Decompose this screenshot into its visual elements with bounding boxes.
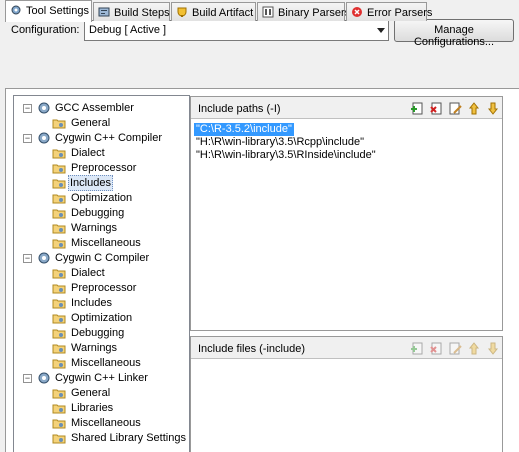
delete-icon[interactable] (429, 101, 444, 116)
tree-item-label: Warnings (71, 342, 118, 354)
add-icon[interactable] (410, 101, 425, 116)
tab-label: Build Steps (114, 7, 170, 19)
tree-item-label: Debugging (71, 207, 125, 219)
tree-node-label: GCC Assembler (55, 102, 134, 114)
folder-settings-icon (52, 119, 66, 129)
include-paths-title: Include paths (-I) (198, 103, 281, 115)
move-up-icon[interactable] (467, 341, 482, 356)
tab-label: Binary Parsers (278, 7, 351, 19)
tool-gear-icon (38, 252, 50, 264)
folder-settings-icon (52, 404, 66, 414)
tree-item-label: Optimization (71, 192, 133, 204)
delete-icon[interactable] (429, 341, 444, 356)
manage-configurations-button[interactable]: Manage Configurations... (394, 19, 514, 48)
move-down-icon[interactable] (486, 341, 501, 356)
tool-gear-icon (38, 372, 50, 384)
tab-label: Tool Settings (26, 5, 89, 17)
folder-settings-icon (52, 344, 66, 354)
folder-settings-icon (52, 179, 66, 189)
list-item[interactable]: "H:\R\win-library\3.5\Rcpp\include" (194, 136, 366, 149)
move-down-icon[interactable] (486, 101, 501, 116)
include-paths-pane: Include paths (-I) "C:\R-3.5.2\include" … (190, 96, 503, 331)
tree-item-label: General (71, 117, 111, 129)
tab-build-steps[interactable]: Build Steps (93, 2, 170, 21)
configuration-label: Configuration: (11, 24, 80, 36)
folder-settings-icon (52, 164, 66, 174)
tree-item-label: General (71, 387, 111, 399)
include-files-title: Include files (-include) (198, 343, 305, 355)
collapse-icon[interactable]: − (23, 254, 32, 263)
tree-node-label: Cygwin C++ Linker (55, 372, 148, 384)
folder-settings-icon (52, 359, 66, 369)
tree-item-label: Preprocessor (71, 162, 137, 174)
tree-item-label: Includes (68, 175, 113, 191)
error-parsers-icon (352, 7, 362, 17)
build-artifact-icon (177, 7, 187, 17)
tree-item-label: Dialect (71, 267, 105, 279)
tree-item-label: Libraries (71, 402, 114, 414)
tab-error-parsers[interactable]: Error Parsers (346, 2, 432, 21)
tool-settings-tree[interactable]: − GCC Assembler General − Cygwin C++ Com… (13, 95, 190, 452)
tool-gear-icon (38, 102, 50, 114)
collapse-icon[interactable]: − (23, 374, 32, 383)
edit-icon[interactable] (448, 341, 463, 356)
folder-settings-icon (52, 239, 66, 249)
add-icon[interactable] (410, 341, 425, 356)
include-files-header: Include files (-include) (191, 337, 502, 359)
build-steps-icon (98, 7, 110, 17)
include-files-list[interactable] (191, 359, 502, 452)
folder-settings-icon (52, 389, 66, 399)
folder-settings-icon (52, 329, 66, 339)
chevron-down-icon[interactable] (377, 28, 385, 33)
include-files-pane: Include files (-include) (190, 336, 503, 452)
tab-label: Error Parsers (367, 7, 433, 19)
collapse-icon[interactable]: − (23, 134, 32, 143)
tab-tool-settings[interactable]: Tool Settings (5, 0, 92, 22)
tree-item-label: Miscellaneous (71, 417, 141, 429)
folder-settings-icon (52, 209, 66, 219)
tree-item-label: Debugging (71, 327, 125, 339)
tree-item-label: Includes (71, 297, 112, 309)
tree-item-label: Optimization (71, 312, 133, 324)
folder-settings-icon (52, 194, 66, 204)
list-item[interactable]: "C:\R-3.5.2\include" (194, 123, 294, 136)
tool-gear-icon (38, 132, 50, 144)
tree-item-label: Preprocessor (71, 282, 137, 294)
move-up-icon[interactable] (467, 101, 482, 116)
tree-item-label: Miscellaneous (71, 237, 141, 249)
folder-settings-icon (52, 419, 66, 429)
tree-node-label: Cygwin C++ Compiler (55, 132, 162, 144)
gear-icon (11, 5, 21, 15)
edit-icon[interactable] (448, 101, 463, 116)
include-paths-header: Include paths (-I) (191, 97, 502, 119)
folder-settings-icon (52, 434, 66, 444)
tree-item-label: Miscellaneous (71, 357, 141, 369)
folder-settings-icon (52, 299, 66, 309)
collapse-icon[interactable]: − (23, 104, 32, 113)
tree-node-label: Cygwin C Compiler (55, 252, 150, 264)
folder-settings-icon (52, 284, 66, 294)
tab-build-artifact[interactable]: Build Artifact (171, 2, 256, 21)
folder-settings-icon (52, 149, 66, 159)
folder-settings-icon (52, 314, 66, 324)
folder-settings-icon (52, 269, 66, 279)
configuration-select[interactable]: Debug [ Active ] (84, 20, 389, 41)
configuration-value: Debug [ Active ] (89, 24, 167, 36)
list-item[interactable]: "H:\R\win-library\3.5\RInside\include" (194, 149, 378, 162)
include-paths-list[interactable]: "C:\R-3.5.2\include" "H:\R\win-library\3… (191, 119, 502, 330)
binary-parsers-icon (262, 6, 274, 18)
tree-item-label: Dialect (71, 147, 105, 159)
tab-label: Build Artifact (192, 7, 254, 19)
tab-binary-parsers[interactable]: Binary Parsers (257, 2, 350, 21)
tree-item-label: Warnings (71, 222, 118, 234)
folder-settings-icon (52, 224, 66, 234)
tree-item-label: Shared Library Settings (71, 432, 186, 444)
